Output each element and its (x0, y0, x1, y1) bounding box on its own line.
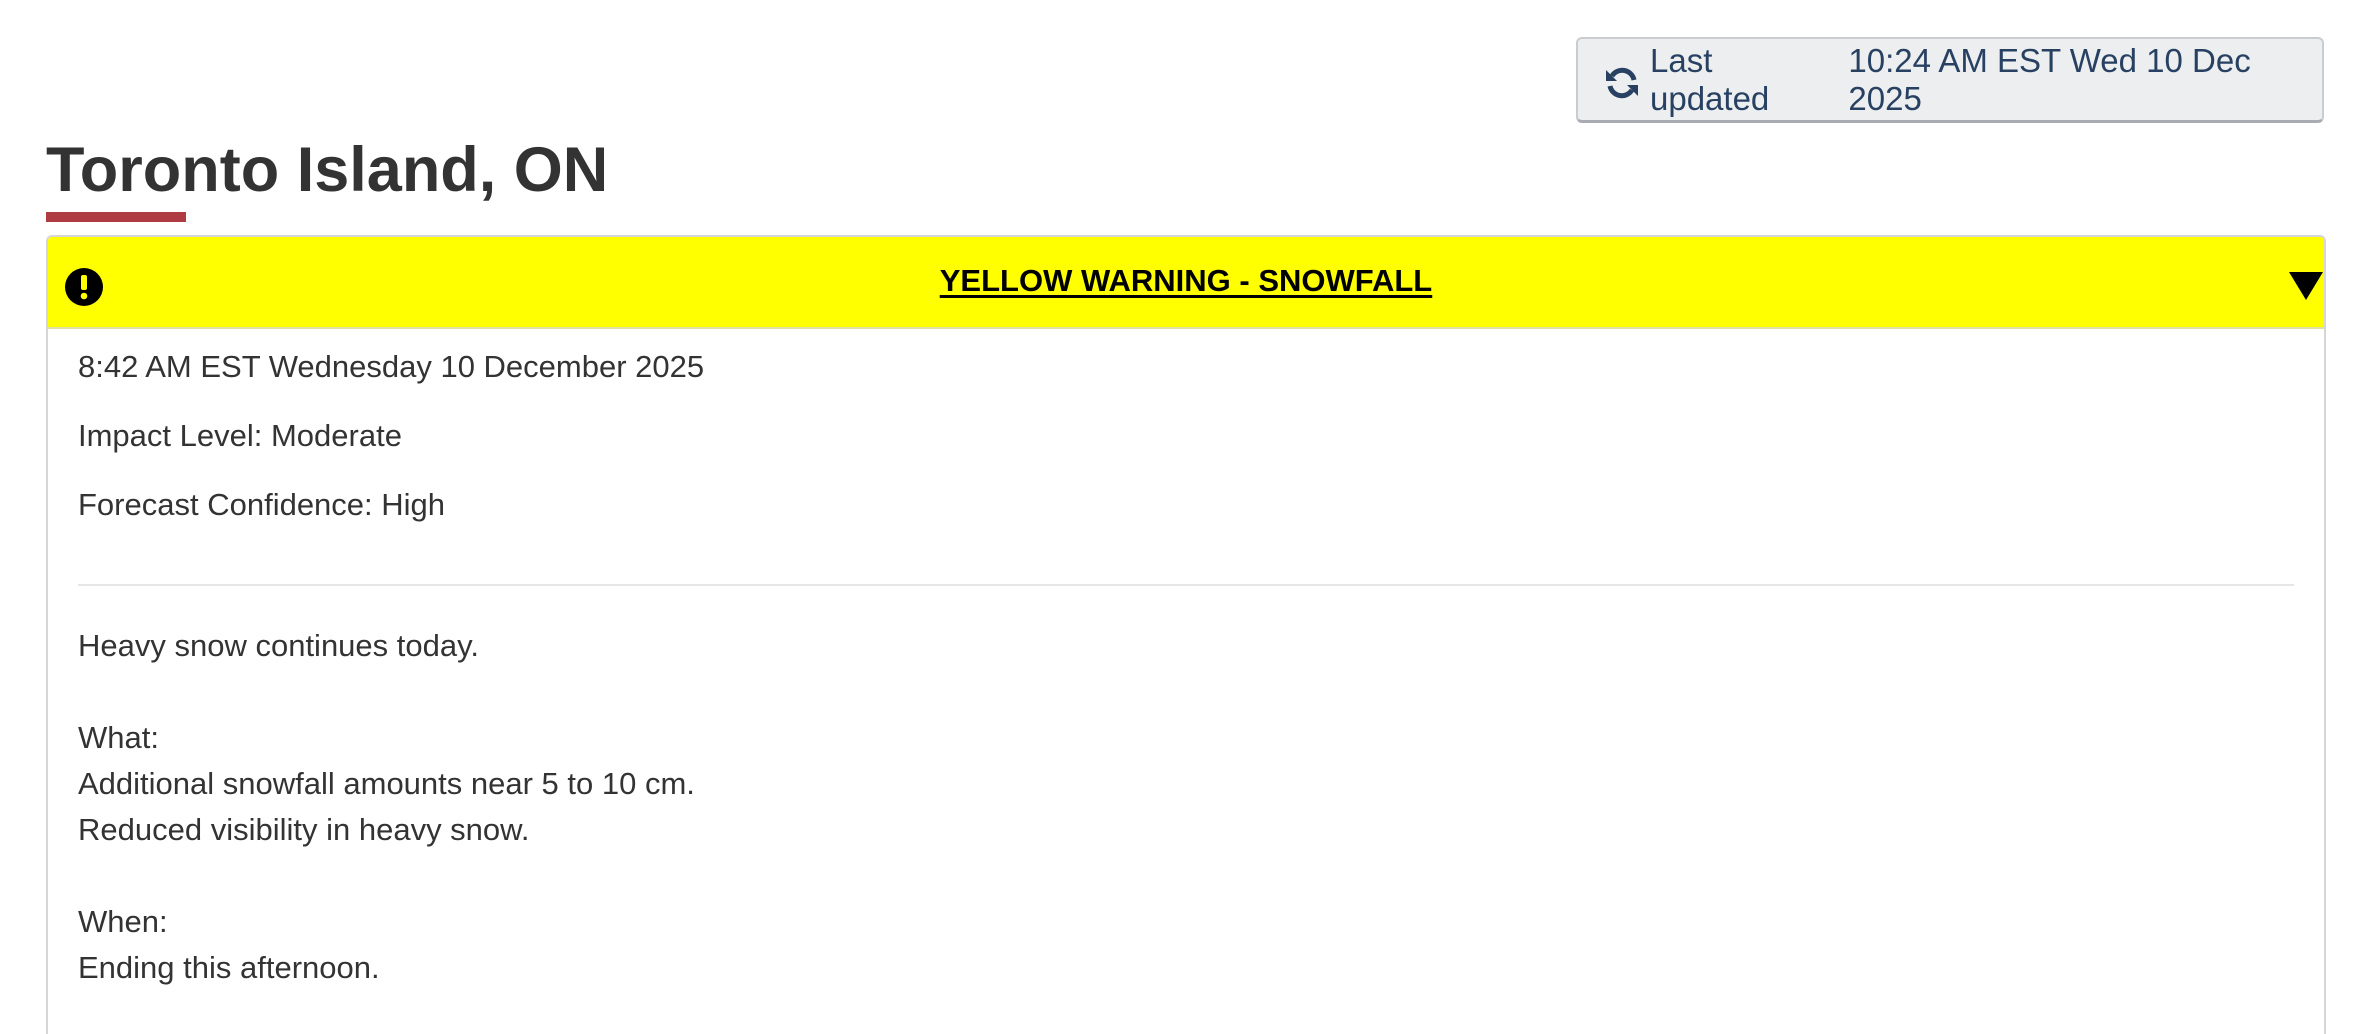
when-line: Ending this afternoon. (78, 950, 380, 985)
last-updated-label: Last updated (1650, 41, 1770, 117)
weather-alert-page: Last updated 10:24 AM EST Wed 10 Dec 202… (0, 0, 2368, 1034)
alert-header-toggle[interactable]: YELLOW WARNING - SNOWFALL (48, 237, 2324, 329)
what-line: Reduced visibility in heavy snow. (78, 812, 530, 847)
alert-panel: YELLOW WARNING - SNOWFALL 8:42 AM EST We… (46, 235, 2326, 1034)
caret-down-icon[interactable] (2288, 271, 2324, 301)
alert-issued-time: 8:42 AM EST Wednesday 10 December 2025 (78, 349, 705, 384)
what-heading: What: (78, 720, 159, 755)
when-heading: When: (78, 904, 168, 939)
last-updated-button[interactable]: Last updated 10:24 AM EST Wed 10 Dec 202… (1576, 37, 2324, 123)
impact-level: Impact Level: Moderate (78, 418, 402, 453)
alert-summary: Heavy snow continues today. (78, 628, 479, 663)
page-title: Toronto Island, ON (46, 135, 609, 205)
last-updated-time: 10:24 AM EST Wed 10 Dec 2025 (1848, 41, 2251, 117)
what-line: Additional snowfall amounts near 5 to 10… (78, 766, 695, 801)
alert-title[interactable]: YELLOW WARNING - SNOWFALL (48, 263, 2324, 299)
title-underline (46, 212, 186, 222)
divider (78, 584, 2294, 586)
refresh-icon (1604, 65, 1640, 101)
forecast-confidence: Forecast Confidence: High (78, 487, 446, 522)
